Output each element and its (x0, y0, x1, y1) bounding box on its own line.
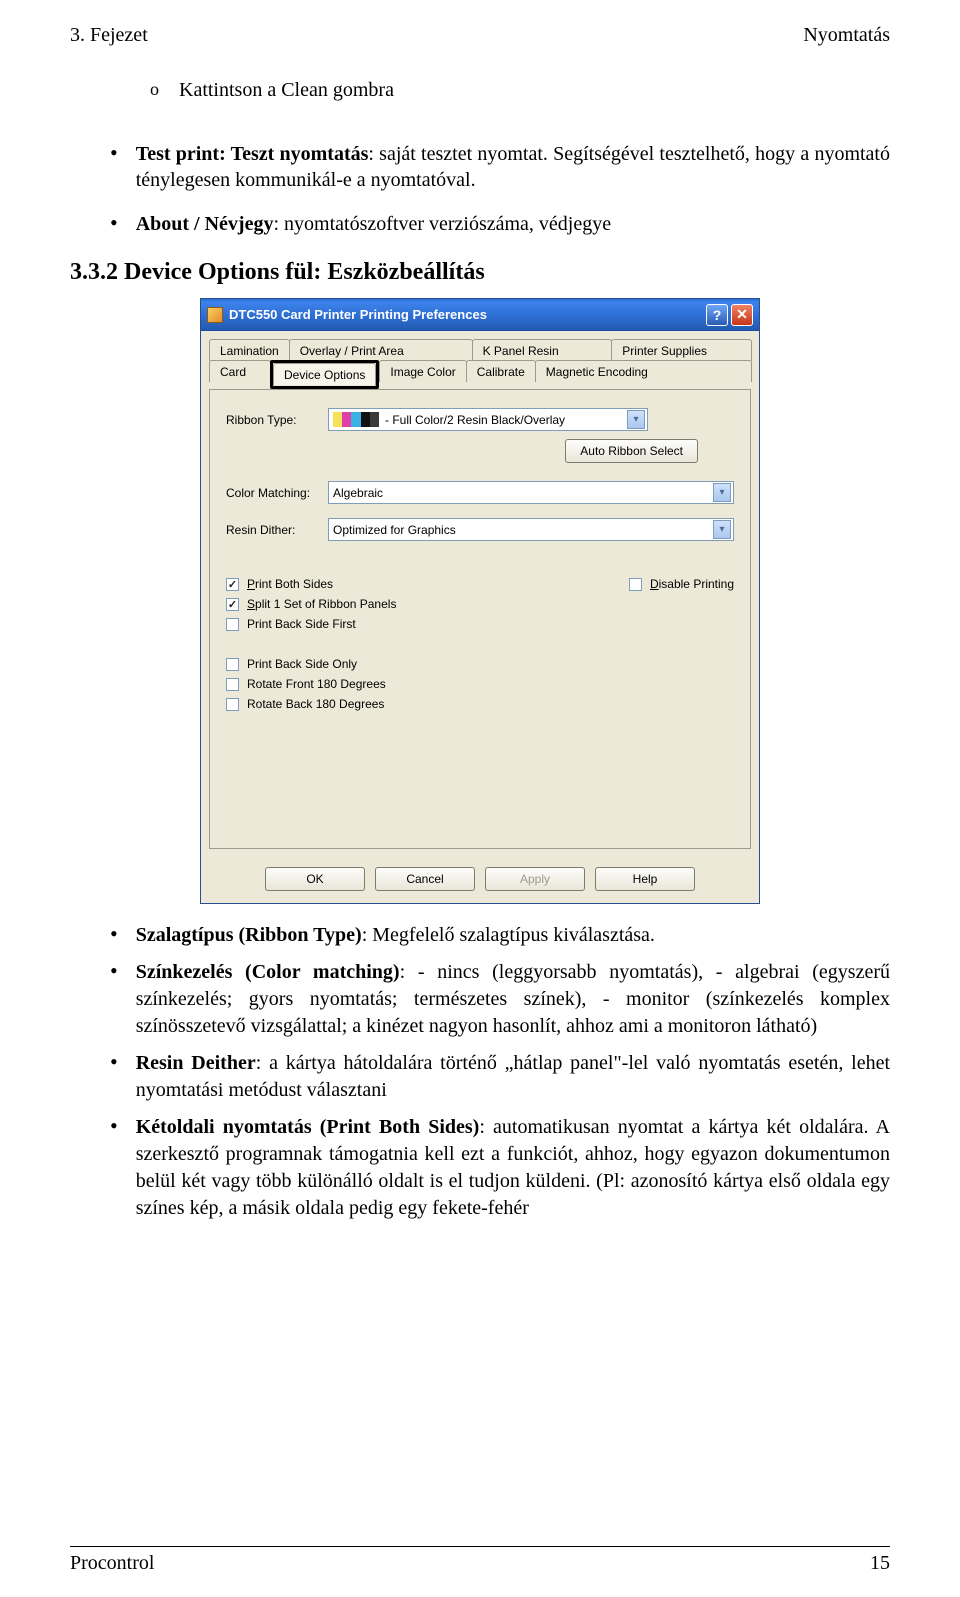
section-heading: 3.3.2 Device Options fül: Eszközbeállítá… (70, 259, 890, 286)
section-label: Nyomtatás (803, 24, 890, 47)
sub-bullet-text: Kattintson a Clean gombra (179, 77, 394, 103)
intro-text-2: About / Névjegy: nyomtatószoftver verzió… (136, 211, 611, 237)
tab-kpanel[interactable]: K Panel Resin (472, 339, 613, 361)
tab-strip: Lamination Overlay / Print Area K Panel … (201, 331, 759, 389)
body-text-4: Kétoldali nyomtatás (Print Both Sides): … (136, 1114, 890, 1222)
checkbox-icon[interactable] (226, 618, 239, 631)
resin-dither-value: Optimized for Graphics (333, 523, 456, 537)
resin-dither-label: Resin Dither: (226, 523, 328, 537)
app-icon (207, 307, 223, 323)
bullet-marker: • (110, 959, 118, 1040)
body-bullet-1: • Szalagtípus (Ribbon Type): Megfelelő s… (110, 922, 890, 949)
checkbox-icon[interactable] (629, 578, 642, 591)
chk-label: Disable Printing (650, 577, 734, 591)
checkbox-icon[interactable] (226, 598, 239, 611)
bullet-marker: • (110, 1050, 118, 1104)
auto-ribbon-button[interactable]: Auto Ribbon Select (565, 439, 698, 463)
ribbon-swatch-icon (333, 412, 379, 427)
tab-lamination[interactable]: Lamination (209, 339, 290, 361)
checkbox-icon[interactable] (226, 678, 239, 691)
checkbox-icon[interactable] (226, 658, 239, 671)
checkbox-icon[interactable] (226, 698, 239, 711)
sub-bullet: o Kattintson a Clean gombra (150, 77, 890, 103)
chk-label: Print Back Side Only (247, 657, 357, 671)
help-button[interactable]: ? (706, 304, 728, 326)
color-matching-value: Algebraic (333, 486, 383, 500)
chevron-down-icon[interactable]: ▾ (627, 410, 645, 429)
bullet-marker: • (110, 211, 118, 237)
apply-button[interactable]: Apply (485, 867, 585, 891)
dialog-button-bar: OK Cancel Apply Help (201, 857, 759, 903)
tab-image-color[interactable]: Image Color (379, 360, 466, 382)
chk-split-ribbon[interactable]: Split 1 Set of Ribbon Panels (226, 597, 629, 611)
checkbox-icon[interactable] (226, 578, 239, 591)
checkbox-group-upper: Print Both Sides Split 1 Set of Ribbon P… (226, 577, 734, 637)
color-matching-combo[interactable]: Algebraic ▾ (328, 481, 734, 504)
chk-disable-printing[interactable]: Disable Printing (629, 577, 734, 591)
body-text-3: Resin Deither: a kártya hátoldalára tört… (136, 1050, 890, 1104)
intro-bullet-2: • About / Névjegy: nyomtatószoftver verz… (110, 211, 890, 237)
tab-device-options[interactable]: Device Options (273, 363, 376, 386)
color-matching-label: Color Matching: (226, 486, 328, 500)
bullet-marker: o (150, 77, 159, 103)
footer-rule (70, 1546, 890, 1547)
tab-calibrate[interactable]: Calibrate (466, 360, 536, 382)
chevron-down-icon[interactable]: ▾ (713, 520, 731, 539)
tab-device-options-highlight: Device Options (270, 360, 379, 389)
tab-supplies[interactable]: Printer Supplies (611, 339, 752, 361)
bullet-marker: • (110, 141, 118, 193)
body-text-2: Színkezelés (Color matching): - nincs (l… (136, 959, 890, 1040)
body-bullet-2: • Színkezelés (Color matching): - nincs … (110, 959, 890, 1040)
tab-overlay[interactable]: Overlay / Print Area (289, 339, 473, 361)
chk-label: Print Back Side First (247, 617, 356, 631)
footer-page: 15 (870, 1552, 890, 1575)
page-footer: Procontrol 15 (70, 1552, 890, 1575)
page-header: 3. Fejezet Nyomtatás (70, 24, 890, 47)
screenshot-container: DTC550 Card Printer Printing Preferences… (70, 298, 890, 904)
chk-label: Rotate Front 180 Degrees (247, 677, 386, 691)
tab-magnetic[interactable]: Magnetic Encoding (535, 360, 752, 382)
bullet-marker: • (110, 1114, 118, 1222)
chk-back-first[interactable]: Print Back Side First (226, 617, 629, 631)
intro-bullet-1: • Test print: Teszt nyomtatás: saját tes… (110, 141, 890, 193)
body-bullet-4: • Kétoldali nyomtatás (Print Both Sides)… (110, 1114, 890, 1222)
checkbox-group-lower: Print Back Side Only Rotate Front 180 De… (226, 657, 734, 711)
chk-label: Print Both Sides (247, 577, 333, 591)
close-button[interactable]: ✕ (731, 304, 753, 326)
preferences-window: DTC550 Card Printer Printing Preferences… (200, 298, 760, 904)
chk-print-both-sides[interactable]: Print Both Sides (226, 577, 629, 591)
footer-left: Procontrol (70, 1552, 154, 1575)
tab-panel: Ribbon Type: - Full Color/2 Resin Black/… (209, 389, 751, 849)
chk-rotate-back[interactable]: Rotate Back 180 Degrees (226, 697, 734, 711)
chk-label: Rotate Back 180 Degrees (247, 697, 384, 711)
help-button[interactable]: Help (595, 867, 695, 891)
cancel-button[interactable]: Cancel (375, 867, 475, 891)
intro-text-1: Test print: Teszt nyomtatás: saját teszt… (136, 141, 890, 193)
tab-card[interactable]: Card (209, 360, 271, 382)
ribbon-type-value: - Full Color/2 Resin Black/Overlay (385, 413, 565, 427)
body-text-1: Szalagtípus (Ribbon Type): Megfelelő sza… (136, 922, 655, 949)
ok-button[interactable]: OK (265, 867, 365, 891)
titlebar[interactable]: DTC550 Card Printer Printing Preferences… (201, 299, 759, 331)
ribbon-type-combo[interactable]: - Full Color/2 Resin Black/Overlay ▾ (328, 408, 648, 431)
bullet-marker: • (110, 922, 118, 949)
window-title: DTC550 Card Printer Printing Preferences (229, 307, 487, 322)
chk-back-only[interactable]: Print Back Side Only (226, 657, 734, 671)
body-bullet-3: • Resin Deither: a kártya hátoldalára tö… (110, 1050, 890, 1104)
resin-dither-combo[interactable]: Optimized for Graphics ▾ (328, 518, 734, 541)
chevron-down-icon[interactable]: ▾ (713, 483, 731, 502)
chapter-label: 3. Fejezet (70, 24, 148, 47)
chk-rotate-front[interactable]: Rotate Front 180 Degrees (226, 677, 734, 691)
chk-label: Split 1 Set of Ribbon Panels (247, 597, 396, 611)
ribbon-type-label: Ribbon Type: (226, 413, 328, 427)
